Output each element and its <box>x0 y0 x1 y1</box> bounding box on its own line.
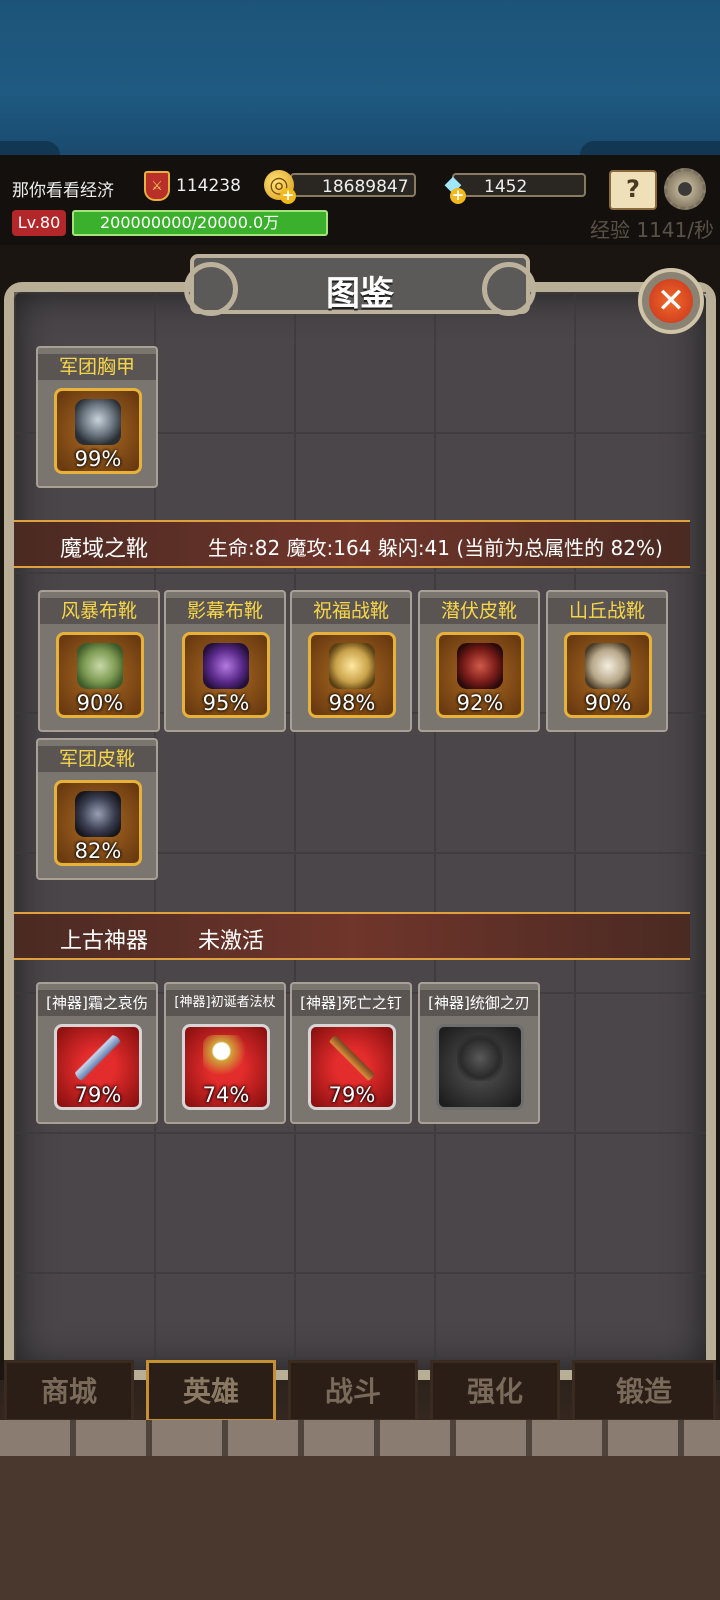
tab-enhance[interactable]: 强化 <box>430 1360 560 1422</box>
section-band-artifacts: 上古神器 未激活 <box>14 912 690 960</box>
close-button[interactable]: ✕ <box>638 268 704 334</box>
item-percent: 95% <box>202 691 250 715</box>
item-percent: 99% <box>74 447 122 471</box>
codex-card[interactable]: 军团皮靴 82% <box>36 738 158 880</box>
item-name: 潜伏皮靴 <box>420 598 538 624</box>
item-name: 军团胸甲 <box>38 354 156 380</box>
gem-counter: 1452 <box>452 173 586 197</box>
chest-armor-icon <box>75 399 121 445</box>
codex-card[interactable]: [神器]统御之刃 <box>418 982 540 1124</box>
help-book-icon[interactable]: ? <box>609 170 657 210</box>
item-percent: 90% <box>76 691 124 715</box>
item-name: [神器]死亡之钉 <box>292 990 410 1016</box>
exp-bar: 200000000/20000.0万 <box>72 210 328 236</box>
frost-sword-icon <box>75 1035 121 1081</box>
scene-cliff-left <box>0 141 60 155</box>
stone-border <box>0 1420 720 1456</box>
item-name: 祝福战靴 <box>292 598 410 624</box>
item-percent: 92% <box>456 691 504 715</box>
codex-card[interactable]: [神器]初诞者法杖 74% <box>164 982 286 1124</box>
scene-sky <box>0 0 720 155</box>
item-slot: 90% <box>56 632 144 718</box>
add-gem-icon[interactable]: + <box>450 188 466 204</box>
codex-card[interactable]: 潜伏皮靴 92% <box>418 590 540 732</box>
item-slot: 95% <box>182 632 270 718</box>
exp-rate: 经验 1141/秒 <box>590 218 714 242</box>
leather-boots-red-icon <box>457 643 503 689</box>
item-slot <box>436 1024 524 1110</box>
section-band-boots: 魔域之靴 生命:82 魔攻:164 躲闪:41 (当前为总属性的 82%) <box>14 520 690 568</box>
tab-battle[interactable]: 战斗 <box>288 1360 418 1422</box>
locked-blade-icon <box>457 1035 503 1081</box>
war-boots-gold-icon <box>329 643 375 689</box>
item-name: 风暴布靴 <box>40 598 158 624</box>
panel-title: 图鉴 <box>326 274 394 314</box>
cloth-boots-green-icon <box>77 643 123 689</box>
item-percent: 79% <box>328 1083 376 1107</box>
set-name: 上古神器 <box>60 929 149 954</box>
combat-power-value: 114238 <box>176 176 241 196</box>
staff-icon <box>203 1035 249 1081</box>
spike-dagger-icon <box>329 1035 375 1081</box>
set-stats: 生命:82 魔攻:164 躲闪:41 (当前为总属性的 82%) <box>208 536 663 560</box>
item-percent: 90% <box>584 691 632 715</box>
gear-icon[interactable] <box>664 168 706 210</box>
codex-card[interactable]: 军团胸甲 99% <box>36 346 158 488</box>
tab-shop[interactable]: 商城 <box>4 1360 134 1422</box>
item-slot: 79% <box>54 1024 142 1110</box>
scene-cliff-right <box>580 141 720 155</box>
item-percent: 82% <box>74 839 122 863</box>
close-x-icon: ✕ <box>649 279 693 323</box>
panel-title-plaque: 图鉴 <box>184 254 536 316</box>
item-name: [神器]霜之哀伤 <box>38 990 156 1016</box>
set-status: 未激活 <box>198 929 265 954</box>
combat-power: ⚔ 114238 <box>144 171 241 201</box>
codex-card[interactable]: 影幕布靴 95% <box>164 590 286 732</box>
codex-card[interactable]: [神器]死亡之钉 79% <box>290 982 412 1124</box>
item-percent: 74% <box>202 1083 250 1107</box>
item-name: [神器]初诞者法杖 <box>166 990 284 1016</box>
item-percent: 79% <box>74 1083 122 1107</box>
item-slot: 79% <box>308 1024 396 1110</box>
item-slot: 92% <box>436 632 524 718</box>
level-badge: Lv.80 <box>12 210 66 236</box>
gold-counter: 18689847 <box>290 173 416 197</box>
cloth-boots-purple-icon <box>203 643 249 689</box>
shield-sword-icon: ⚔ <box>144 171 170 201</box>
item-name: 山丘战靴 <box>548 598 666 624</box>
item-slot: 90% <box>564 632 652 718</box>
item-slot: 98% <box>308 632 396 718</box>
item-name: [神器]统御之刃 <box>420 990 538 1016</box>
item-name: 军团皮靴 <box>38 746 156 772</box>
war-boots-white-icon <box>585 643 631 689</box>
codex-card[interactable]: 祝福战靴 98% <box>290 590 412 732</box>
item-slot: 82% <box>54 780 142 866</box>
set-name: 魔域之靴 <box>60 537 149 562</box>
player-name[interactable]: 那你看看经济 <box>12 176 114 201</box>
tab-forge[interactable]: 锻造 <box>572 1360 716 1422</box>
leather-boots-dark-icon <box>75 791 121 837</box>
item-slot: 99% <box>54 388 142 474</box>
item-name: 影幕布靴 <box>166 598 284 624</box>
item-percent: 98% <box>328 691 376 715</box>
tab-hero[interactable]: 英雄 <box>146 1360 276 1422</box>
codex-card[interactable]: [神器]霜之哀伤 79% <box>36 982 158 1124</box>
item-slot: 74% <box>182 1024 270 1110</box>
codex-card[interactable]: 风暴布靴 90% <box>38 590 160 732</box>
ground-floor <box>0 1456 720 1600</box>
add-gold-icon[interactable]: + <box>280 188 296 204</box>
codex-card[interactable]: 山丘战靴 90% <box>546 590 668 732</box>
